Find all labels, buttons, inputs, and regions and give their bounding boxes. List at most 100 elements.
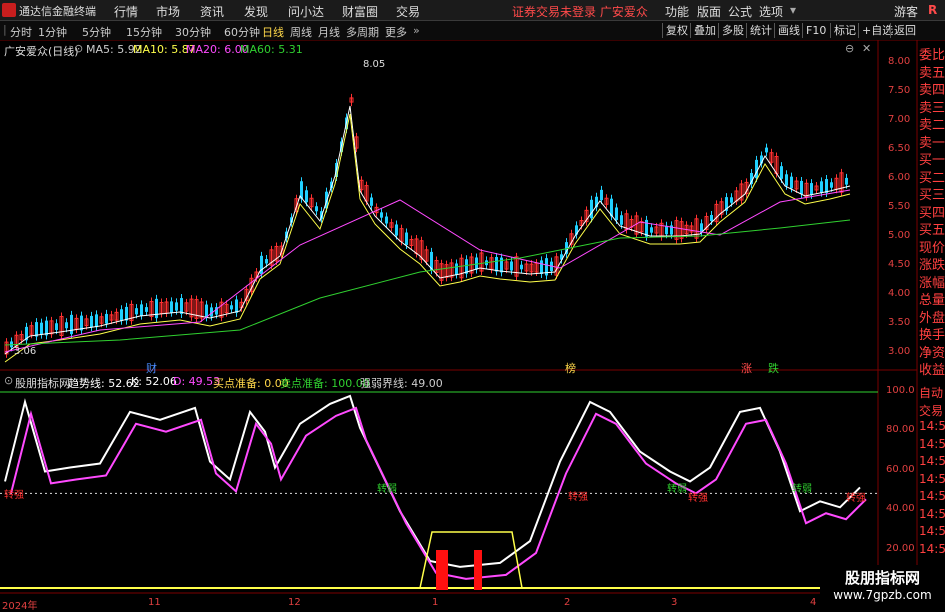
side-item[interactable]: 外盘: [919, 307, 945, 326]
side-item[interactable]: 换手: [919, 324, 945, 343]
candle-body: [205, 304, 208, 318]
indicator-title[interactable]: 股朋指标网: [15, 375, 70, 391]
candle-body: [395, 224, 398, 236]
guest-login[interactable]: 游客: [894, 3, 918, 20]
candle-body: [650, 227, 653, 233]
period-day[interactable]: 日线: [262, 24, 284, 40]
candle-body: [95, 314, 98, 328]
period-1min[interactable]: 1分钟: [38, 24, 67, 40]
menu-xuanxiang[interactable]: 选项: [759, 3, 783, 20]
side-item[interactable]: 现价: [919, 237, 945, 256]
menu-faxian[interactable]: 发现: [244, 3, 268, 20]
side-item[interactable]: 收益: [919, 359, 945, 378]
candle-body: [600, 189, 603, 201]
candle-body: [135, 308, 138, 315]
period-month[interactable]: 月线: [318, 24, 340, 40]
price-tick: 4.00: [888, 288, 911, 299]
more-chevron-icon[interactable]: »: [413, 24, 420, 37]
price-tick: 6.00: [888, 172, 911, 183]
menu-bar: 通达信金融终端 行情 市场 资讯 发现 问小达 财富圈 交易 证券交易未登录 广…: [0, 0, 945, 21]
collapse-icon[interactable]: ⊖: [845, 42, 854, 55]
side-item-time: 14:56: [919, 524, 945, 538]
x-tick: 12: [288, 597, 301, 608]
menu-wenxiaoda[interactable]: 问小达: [288, 3, 324, 20]
candle-body: [830, 182, 833, 188]
btn-fuquan[interactable]: 复权: [662, 23, 691, 38]
candle-body: [495, 256, 498, 272]
menu-gongneng[interactable]: 功能: [665, 3, 689, 20]
marker-bang[interactable]: 榜: [565, 360, 576, 376]
period-30min[interactable]: 30分钟: [175, 24, 211, 40]
btn-f10[interactable]: F10: [802, 23, 829, 38]
candle-body: [145, 307, 148, 312]
menu-caifuquan[interactable]: 财富圈: [342, 3, 378, 20]
candle-body: [405, 232, 408, 245]
side-item-time: 14:56: [919, 489, 945, 503]
side-item[interactable]: 净资: [919, 342, 945, 361]
btn-diejia[interactable]: 叠加: [690, 23, 719, 38]
marker-zhang[interactable]: 涨: [741, 360, 752, 376]
candle-body: [455, 263, 458, 275]
app-title: 通达信金融终端: [19, 5, 96, 18]
indicator-settings-icon[interactable]: ⊙: [4, 374, 13, 387]
period-15min[interactable]: 15分钟: [126, 24, 162, 40]
candle-body: [55, 323, 58, 331]
side-item[interactable]: 买二: [919, 167, 945, 186]
candle-body: [710, 215, 713, 221]
period-fenshi[interactable]: 分时: [10, 24, 32, 40]
side-item[interactable]: 卖三: [919, 97, 945, 116]
ma10-line: [4, 113, 851, 363]
menu-zixun[interactable]: 资讯: [200, 3, 224, 20]
btn-duogu[interactable]: 多股: [718, 23, 747, 38]
side-item-time: 14:56: [919, 541, 945, 556]
period-more[interactable]: 更多: [385, 24, 407, 40]
btn-huaxian[interactable]: 画线: [774, 23, 803, 38]
side-item[interactable]: 卖二: [919, 114, 945, 133]
side-item[interactable]: 买一: [919, 149, 945, 168]
close-icon[interactable]: ✕: [862, 42, 871, 55]
period-5min[interactable]: 5分钟: [82, 24, 111, 40]
candle-body: [665, 225, 668, 235]
side-item[interactable]: 卖五: [919, 62, 945, 81]
side-item[interactable]: 涨幅: [919, 272, 945, 291]
period-60min[interactable]: 60分钟: [224, 24, 260, 40]
high-price-label: 8.05: [363, 59, 386, 70]
side-item[interactable]: 总量: [919, 289, 945, 308]
ind-tick: 40.00: [886, 503, 915, 514]
marker-cai[interactable]: 财: [146, 360, 157, 376]
chart-canvas[interactable]: [0, 40, 945, 609]
btn-tongji[interactable]: 统计: [746, 23, 775, 38]
period-multi[interactable]: 多周期: [346, 24, 379, 40]
period-week[interactable]: 周线: [290, 24, 312, 40]
candle-body: [70, 314, 73, 335]
side-item[interactable]: 涨跌: [919, 254, 945, 273]
menu-jiaoyi[interactable]: 交易: [396, 3, 420, 20]
btn-biaoji[interactable]: 标记: [830, 23, 859, 38]
menu-shichang[interactable]: 市场: [156, 3, 180, 20]
candle-body: [825, 179, 828, 193]
side-item[interactable]: 委比: [919, 44, 945, 63]
side-item[interactable]: 买五: [919, 219, 945, 238]
minimize-icon[interactable]: ▾: [790, 3, 796, 17]
menu-banmian[interactable]: 版面: [697, 3, 721, 20]
btn-fanhui[interactable]: 返回: [890, 23, 919, 38]
menu-hangqing[interactable]: 行情: [114, 3, 138, 20]
r-badge[interactable]: R: [928, 3, 937, 17]
menu-gongshi[interactable]: 公式: [728, 3, 752, 20]
signal-label: 转强: [846, 493, 866, 504]
settings-gear-icon[interactable]: ⊙: [74, 42, 83, 55]
side-item[interactable]: 买四: [919, 202, 945, 221]
candle-body: [385, 216, 388, 224]
candle-body: [265, 259, 268, 264]
x-tick: 11: [148, 597, 161, 608]
watermark-line1: 股朋指标网: [844, 569, 920, 587]
trade-login-warning[interactable]: 证券交易未登录 广安爱众: [512, 3, 648, 20]
side-item[interactable]: 买三: [919, 184, 945, 203]
marker-die[interactable]: 跌: [768, 360, 779, 376]
candle-body: [730, 197, 733, 203]
buy-prep-value: 买点准备: 0.00: [213, 377, 289, 390]
candle-body: [315, 206, 318, 212]
side-item[interactable]: 卖一: [919, 132, 945, 151]
side-item[interactable]: 卖四: [919, 79, 945, 98]
period-toolbar: | 分时 1分钟 5分钟 15分钟 30分钟 60分钟 日线 周线 月线 多周期…: [0, 21, 945, 41]
